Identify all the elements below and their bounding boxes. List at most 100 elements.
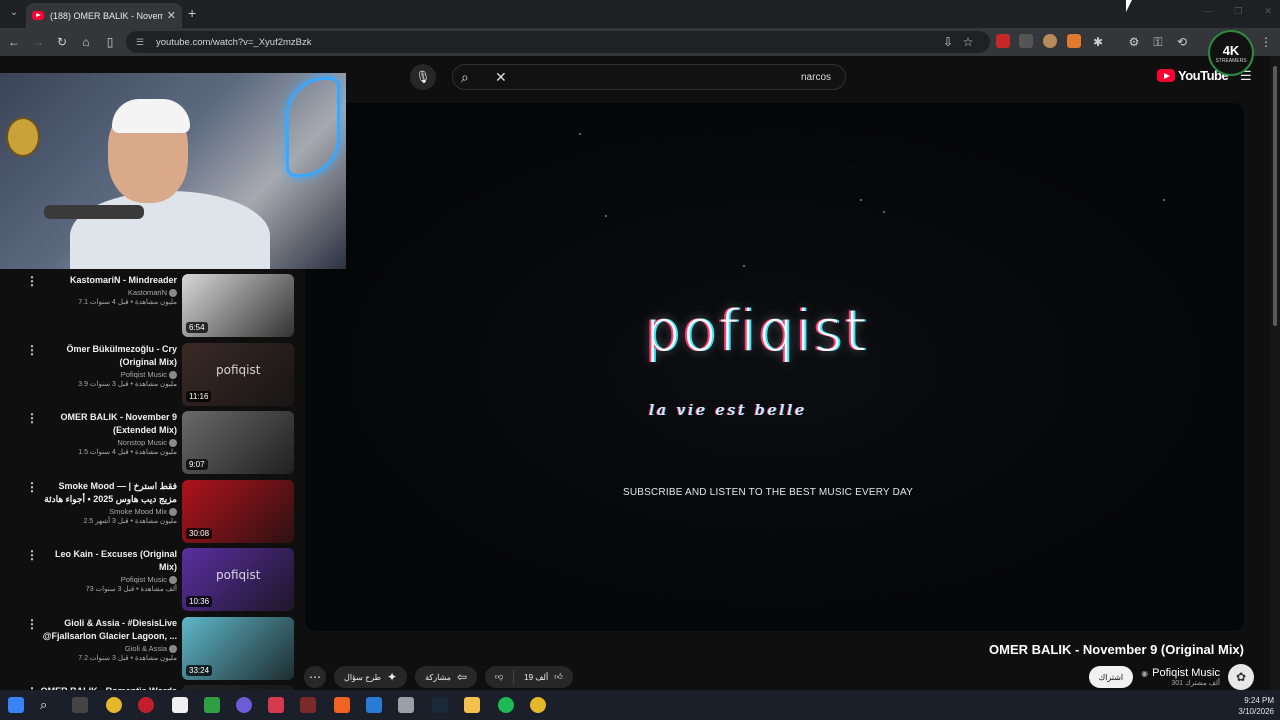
verified-icon [169, 439, 177, 448]
new-tab-icon[interactable]: + [188, 5, 196, 21]
related-video-item[interactable]: ⋮ Leo Kain - Excuses (Original Mix) Pofiqi… [0, 546, 300, 611]
scrollbar-thumb[interactable] [1273, 66, 1277, 326]
more-options-icon[interactable]: ⋮ [26, 343, 38, 357]
related-video-channel[interactable]: Nonstop Music [40, 438, 177, 448]
related-video-channel[interactable]: Pofiqist Music [40, 575, 177, 585]
channel-avatar[interactable]: ✿ [1228, 664, 1254, 690]
dislike-button[interactable]: 👎︎ [485, 672, 513, 682]
more-options-icon[interactable]: ⋮ [26, 548, 38, 562]
channel-name-row[interactable]: ◉ Pofiqist Music [1141, 667, 1220, 679]
history-icon[interactable]: ⟲ [1174, 34, 1190, 50]
install-app-icon[interactable]: ⇩ [940, 34, 956, 50]
voice-search-icon[interactable]: 🎙 [410, 64, 436, 90]
forward-icon[interactable]: → [30, 34, 46, 50]
back-icon[interactable]: ← [6, 34, 22, 50]
chrome-icon[interactable] [530, 697, 546, 713]
site-info-icon[interactable]: ☰ [136, 37, 148, 47]
related-video-channel[interactable]: Smoke Mood Mix [40, 507, 177, 516]
video-duration: 11:16 [186, 390, 212, 402]
search-input[interactable] [513, 68, 839, 86]
tab-search-icon[interactable]: ⌄ [6, 5, 22, 21]
related-video-channel[interactable]: KastomariN [40, 288, 177, 298]
video-thumbnail[interactable]: pofiqist 10:36 [182, 548, 294, 611]
verified-icon [169, 576, 177, 585]
home-icon[interactable]: ⌂ [78, 34, 94, 50]
app-icon[interactable] [398, 697, 414, 713]
extension-icon[interactable] [1067, 34, 1081, 48]
browser-menu-icon[interactable]: ⋮ [1258, 34, 1274, 50]
related-video-meta: Smoke Mood — فقط استرخ | مزيج ديب هاوس 2… [40, 480, 177, 525]
recording-app-icon[interactable] [138, 697, 154, 713]
related-video-title[interactable]: Leo Kain - Excuses (Original Mix) [40, 548, 177, 574]
restore-icon[interactable]: ❐ [1234, 6, 1242, 17]
related-video-item[interactable]: ⋮ OMER BALIK - November 9 (Extended Mix) N… [0, 409, 300, 474]
more-options-icon[interactable]: ⋮ [26, 411, 38, 425]
like-button[interactable]: 19 ألف 👍︎ [514, 672, 572, 682]
video-thumbnail[interactable]: 33:24 [182, 616, 294, 680]
start-menu-icon[interactable] [8, 697, 24, 713]
related-video-item[interactable]: ⋮ Ömer Bükülmezoğlu - Cry (Original Mix) P… [0, 341, 300, 406]
more-options-icon[interactable]: ⋮ [26, 480, 38, 494]
password-key-icon[interactable]: ⚿ [1150, 34, 1166, 50]
reload-icon[interactable]: ↻ [54, 34, 70, 50]
subscribe-button[interactable]: اشتراك [1088, 666, 1134, 688]
split-view-icon[interactable]: ▯ [102, 34, 118, 50]
system-clock[interactable]: 9:24 PM 3/10/2026 [1238, 695, 1274, 717]
chrome-icon[interactable] [106, 697, 122, 713]
clear-search-icon[interactable]: ✕ [495, 69, 507, 86]
related-video-title[interactable]: Ömer Bükülmezoğlu - Cry (Original Mix) [40, 343, 177, 369]
related-video-meta: KastomariN - Mindreader KastomariN 7.1 ملي… [40, 274, 177, 306]
verified-icon [169, 370, 177, 379]
notion-icon[interactable] [172, 697, 188, 713]
bookmark-star-icon[interactable]: ☆ [960, 34, 976, 50]
share-button[interactable]: مشاركة ⇦ [415, 666, 477, 688]
video-thumbnail[interactable]: 30:08 [182, 479, 294, 543]
search-icon[interactable]: ⌕ [461, 69, 469, 86]
related-video-title[interactable]: Gioli & Assia - #DiesisLive @Fjallsarlon… [40, 617, 177, 643]
ask-button[interactable]: طرح سؤال ✦ [334, 666, 408, 688]
app-icon[interactable] [300, 697, 316, 713]
app-icon[interactable] [236, 697, 252, 713]
window-close-icon[interactable]: ✕ [1264, 6, 1272, 17]
related-video-channel[interactable]: Gioli & Assia [40, 644, 177, 653]
app-icon[interactable] [268, 697, 284, 713]
extension-icon[interactable] [1019, 34, 1033, 48]
steam-icon[interactable] [432, 697, 448, 713]
browser-toolbar: ← → ↻ ⌂ ▯ ☰ youtube.com/watch?v=_Xyuf2mz… [0, 28, 1280, 56]
channel-label: Pofiqist Music [120, 369, 167, 379]
related-video-views: 1.5 مليون مشاهدة • قبل 4 سنوات [78, 449, 177, 457]
spotify-icon[interactable] [498, 697, 514, 713]
video-thumbnail[interactable]: 6:54 [182, 274, 294, 337]
video-player[interactable]: pofiqist la vie est belle SUBSCRIBE AND … [305, 103, 1244, 631]
background-star [743, 265, 745, 267]
related-video-channel[interactable]: Pofiqist Music [40, 370, 177, 379]
minimize-icon[interactable]: — [1203, 6, 1212, 17]
related-video-item[interactable]: ⋮OMER BALIK - Romantic Words [0, 683, 300, 690]
vpn-icon[interactable]: ⚙ [1126, 34, 1142, 50]
tab-close-icon[interactable]: ✕ [167, 9, 176, 22]
brave-icon[interactable] [334, 697, 350, 713]
video-thumbnail[interactable]: 9:07 [182, 411, 294, 474]
more-options-icon[interactable]: ⋮ [26, 274, 38, 288]
thumbs-down-icon: 👎︎ [495, 672, 504, 681]
more-options-icon[interactable]: ⋮ [26, 617, 38, 631]
app-icon[interactable] [366, 697, 382, 713]
related-video-item[interactable]: ⋮ Gioli & Assia - #DiesisLive @Fjallsarlo… [0, 615, 300, 680]
play-app-icon[interactable] [204, 697, 220, 713]
related-video-title[interactable]: KastomariN - Mindreader [40, 274, 177, 287]
extension-icon[interactable] [996, 34, 1010, 48]
address-bar[interactable]: ☰ youtube.com/watch?v=_Xyuf2mzBzk [126, 31, 990, 53]
extensions-puzzle-icon[interactable]: ✱ [1090, 34, 1106, 50]
page-scrollbar[interactable] [1270, 56, 1280, 690]
search-icon[interactable]: ⌕ [40, 697, 56, 713]
related-video-item[interactable]: ⋮ KastomariN - Mindreader KastomariN 7.1 مل… [0, 272, 300, 337]
video-thumbnail[interactable]: pofiqist 11:16 [182, 342, 294, 406]
more-actions-button[interactable]: ⋯ [304, 666, 326, 688]
related-video-title[interactable]: Smoke Mood — فقط استرخ | مزيج ديب هاوس 2… [40, 480, 177, 506]
related-video-title[interactable]: OMER BALIK - November 9 (Extended Mix) [40, 411, 177, 437]
extension-icon[interactable] [1043, 34, 1057, 48]
task-view-icon[interactable] [72, 697, 88, 713]
file-explorer-icon[interactable] [464, 697, 480, 713]
related-video-item[interactable]: ⋮ Smoke Mood — فقط استرخ | مزيج ديب هاوس … [0, 478, 300, 543]
browser-tab[interactable]: (188) OMER BALIK - November ✕ [26, 3, 182, 28]
